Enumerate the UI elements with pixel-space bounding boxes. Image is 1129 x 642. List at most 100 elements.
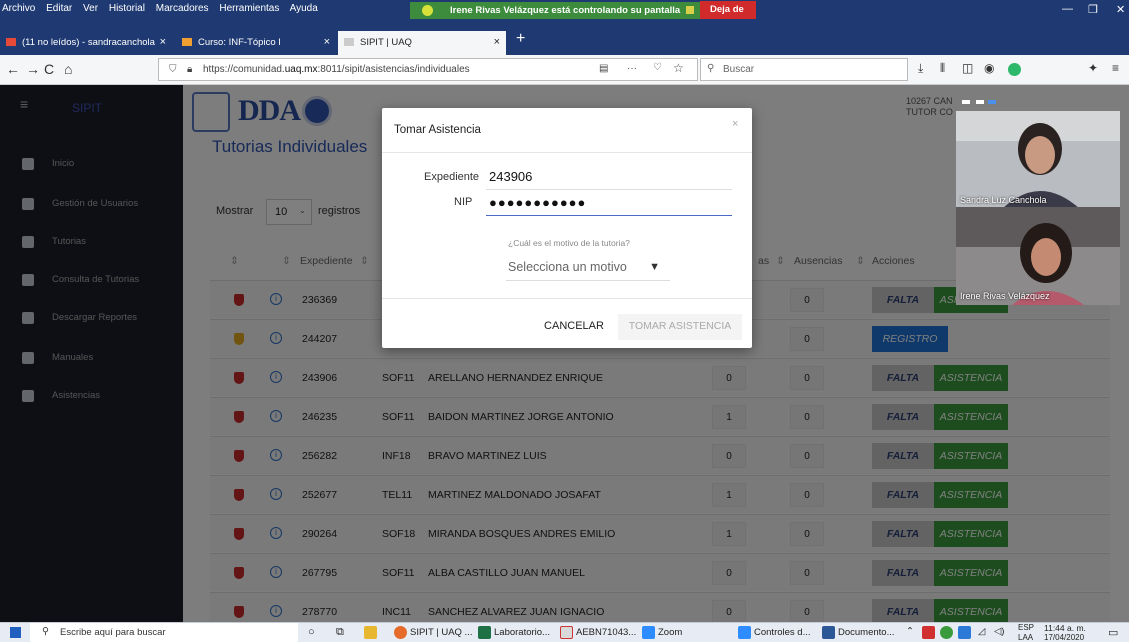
menu-archivo[interactable]: Archivo bbox=[2, 3, 35, 14]
expediente-input[interactable]: 243906 bbox=[486, 166, 732, 190]
excel-icon[interactable] bbox=[478, 626, 491, 639]
restore-button[interactable]: ❐ bbox=[1088, 3, 1098, 16]
minimize-button[interactable]: — bbox=[1062, 3, 1073, 15]
attendance-modal: Tomar Asistencia × Expediente 243906 NIP… bbox=[382, 108, 752, 348]
lock-icon bbox=[686, 6, 694, 14]
taskbar-item-sipit[interactable]: SIPIT | UAQ ... bbox=[410, 627, 472, 638]
cortana-icon[interactable]: ○ bbox=[308, 626, 315, 638]
stop-share-button[interactable]: Deja de bbox=[700, 1, 756, 19]
take-attendance-button[interactable]: TOMAR ASISTENCIA bbox=[618, 314, 742, 340]
tab-sipit[interactable]: SIPIT | UAQ × bbox=[338, 31, 506, 55]
folder-icon[interactable] bbox=[364, 626, 377, 639]
clock-time[interactable]: 11:44 a. m. bbox=[1044, 623, 1086, 633]
tray-sync-icon[interactable] bbox=[940, 626, 953, 639]
menu-ayuda[interactable]: Ayuda bbox=[290, 3, 318, 14]
close-tab-icon[interactable]: × bbox=[494, 36, 500, 48]
search-field[interactable]: ⚲ Buscar bbox=[700, 58, 908, 81]
chevron-down-icon: ▼ bbox=[649, 261, 660, 273]
account-icon[interactable]: ◉ bbox=[984, 61, 994, 75]
bookmark-star-icon[interactable]: ☆ bbox=[673, 61, 684, 75]
tab-mail[interactable]: (11 no leídos) - sandracanchola × bbox=[0, 31, 172, 55]
library-icon[interactable]: ⫴ bbox=[940, 61, 945, 76]
restore-video-icon[interactable] bbox=[976, 100, 984, 104]
url-domain: uaq.mx bbox=[284, 64, 318, 75]
divider bbox=[382, 298, 752, 299]
taskbar-search[interactable]: ⚲ Escribe aquí para buscar bbox=[30, 623, 298, 642]
tab-label: SIPIT | UAQ bbox=[360, 37, 412, 48]
shield-icon: ⛉ bbox=[169, 64, 177, 75]
notifications-icon[interactable]: ▭ bbox=[1108, 626, 1118, 639]
menu-ver[interactable]: Ver bbox=[83, 3, 98, 14]
chevron-up-icon[interactable]: ⌃ bbox=[906, 626, 914, 637]
task-view-icon[interactable]: ⧉ bbox=[336, 626, 344, 639]
page-actions-button[interactable]: ··· bbox=[627, 63, 637, 74]
pocket-icon[interactable]: ♡ bbox=[653, 62, 662, 73]
tab-bar: (11 no leídos) - sandracanchola × Curso:… bbox=[0, 20, 1129, 55]
forward-button[interactable]: → bbox=[26, 61, 40, 77]
language-code[interactable]: ESP bbox=[1018, 623, 1034, 632]
taskbar: ⚲ Escribe aquí para buscar ○ ⧉ SIPIT | U… bbox=[0, 622, 1129, 642]
reader-icon[interactable]: ▤ bbox=[599, 63, 608, 74]
new-tab-button[interactable]: + bbox=[516, 30, 525, 48]
pdf-icon[interactable] bbox=[560, 626, 573, 639]
lock-icon: 🔒︎ bbox=[187, 64, 193, 75]
tab-curso[interactable]: Curso: INF-Tópico I × bbox=[176, 31, 336, 55]
wifi-icon[interactable]: ◿ bbox=[978, 626, 985, 637]
tray-app-icon[interactable] bbox=[922, 626, 935, 639]
reload-button[interactable]: C bbox=[44, 61, 54, 77]
taskbar-item-zoom[interactable]: Zoom bbox=[658, 627, 682, 638]
home-button[interactable]: ⌂ bbox=[64, 61, 72, 77]
taskbar-item-controles[interactable]: Controles d... bbox=[754, 627, 811, 638]
zoom-controls-icon[interactable] bbox=[738, 626, 751, 639]
search-icon: ⚲ bbox=[707, 63, 715, 74]
url-prefix: https://comunidad. bbox=[203, 64, 285, 75]
extension-icon[interactable] bbox=[1008, 63, 1021, 76]
video-tile-1[interactable]: Sandra Luz Canchola bbox=[956, 111, 1120, 209]
clock-date[interactable]: 17/04/2020 bbox=[1044, 633, 1084, 642]
close-window-button[interactable]: ✕ bbox=[1116, 3, 1125, 16]
url-path: :8011/sipit/asistencias/individuales bbox=[317, 64, 470, 75]
tab-label: (11 no leídos) - sandracanchola bbox=[22, 37, 155, 48]
nip-input[interactable]: ●●●●●●●●●●● bbox=[486, 192, 732, 216]
zoom-share-icon bbox=[422, 5, 433, 16]
extensions-icon[interactable]: ✦ bbox=[1088, 61, 1098, 75]
close-icon[interactable]: × bbox=[732, 118, 738, 130]
word-icon[interactable] bbox=[822, 626, 835, 639]
menu-historial[interactable]: Historial bbox=[109, 3, 145, 14]
search-placeholder: Buscar bbox=[723, 64, 755, 75]
volume-icon[interactable]: ◁) bbox=[994, 626, 1004, 637]
screen-share-banner: Irene Rivas Velázquez está controlando s… bbox=[410, 2, 750, 19]
close-tab-icon[interactable]: × bbox=[324, 36, 330, 48]
video-tile-2[interactable]: Irene Rivas Velázquez bbox=[956, 207, 1120, 305]
tab-label: Curso: INF-Tópico I bbox=[198, 37, 281, 48]
firefox-icon[interactable] bbox=[394, 626, 407, 639]
nip-label: NIP bbox=[454, 196, 473, 208]
downloads-icon[interactable]: ⤓ bbox=[918, 61, 923, 76]
minimize-video-icon[interactable] bbox=[962, 100, 970, 104]
motive-placeholder: Selecciona un motivo bbox=[508, 260, 627, 274]
url-bar[interactable]: ⛉ 🔒︎ https://comunidad.uaq.mx:8011/sipit… bbox=[158, 58, 698, 81]
taskbar-item-aebn[interactable]: AEBN71043... bbox=[576, 627, 636, 638]
gallery-icon[interactable] bbox=[988, 100, 996, 104]
sidebar-icon[interactable]: ◫ bbox=[962, 61, 973, 75]
motive-select[interactable]: Selecciona un motivo ▼ bbox=[506, 257, 670, 281]
video-toolbar bbox=[956, 95, 1120, 111]
layout-code[interactable]: LAA bbox=[1018, 633, 1033, 642]
taskbar-item-laboratorio[interactable]: Laboratorio... bbox=[494, 627, 550, 638]
participant-name: Irene Rivas Velázquez bbox=[960, 291, 1050, 301]
tray-network-icon[interactable] bbox=[958, 626, 971, 639]
windows-start-icon[interactable] bbox=[10, 627, 21, 638]
menu-icon[interactable]: ≡ bbox=[1112, 61, 1119, 75]
search-icon: ⚲ bbox=[42, 626, 49, 637]
taskbar-item-documento[interactable]: Documento... bbox=[838, 627, 895, 638]
cancel-button[interactable]: CANCELAR bbox=[538, 314, 610, 340]
menu-marcadores[interactable]: Marcadores bbox=[156, 3, 209, 14]
expediente-label: Expediente bbox=[424, 171, 480, 183]
close-tab-icon[interactable]: × bbox=[160, 36, 166, 48]
menu-herramientas[interactable]: Herramientas bbox=[219, 3, 279, 14]
zoom-icon[interactable] bbox=[642, 626, 655, 639]
participant-name: Sandra Luz Canchola bbox=[960, 195, 1047, 205]
menu-editar[interactable]: Editar bbox=[46, 3, 72, 14]
back-button[interactable]: ← bbox=[6, 61, 20, 77]
mail-icon bbox=[6, 38, 16, 46]
